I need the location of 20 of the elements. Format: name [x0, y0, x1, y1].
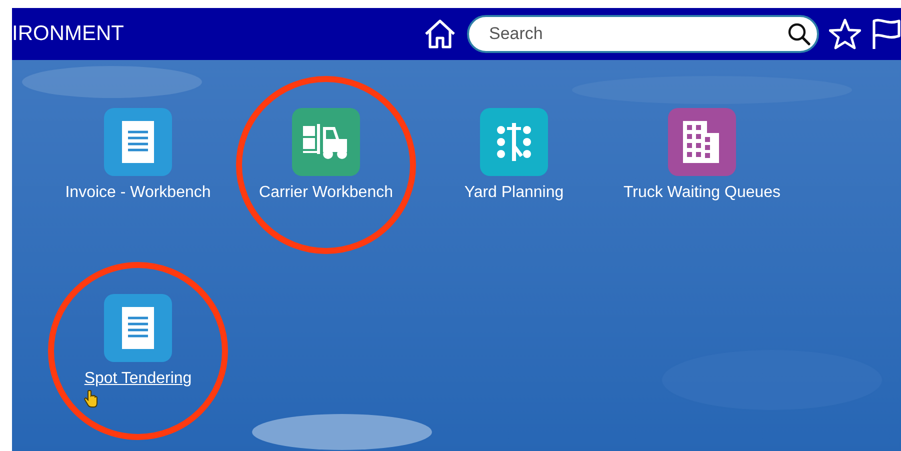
document-icon: [122, 121, 154, 163]
branch-dots-icon: [496, 123, 532, 161]
app-tile-label[interactable]: Invoice - Workbench: [65, 184, 211, 202]
search-icon[interactable]: [787, 22, 811, 46]
search-field[interactable]: Search: [467, 15, 819, 53]
flag-icon[interactable]: [871, 18, 901, 50]
document-icon: [122, 307, 154, 349]
app-tile-icon[interactable]: [104, 294, 172, 362]
app-tile-icon[interactable]: [104, 108, 172, 176]
app-tile-icon[interactable]: [480, 108, 548, 176]
app-tile-label[interactable]: Spot Tendering: [84, 370, 192, 388]
environment-title: IRONMENT: [12, 22, 124, 46]
forklift-icon: [303, 124, 349, 160]
app-tile-icon[interactable]: [292, 108, 360, 176]
app-tile-label[interactable]: Truck Waiting Queues: [623, 184, 781, 202]
app-tile-label[interactable]: Yard Planning: [464, 184, 564, 202]
app-tile-label[interactable]: Carrier Workbench: [259, 184, 393, 202]
star-icon[interactable]: [829, 18, 861, 50]
home-icon[interactable]: [423, 19, 457, 49]
app-tile-icon[interactable]: [668, 108, 736, 176]
